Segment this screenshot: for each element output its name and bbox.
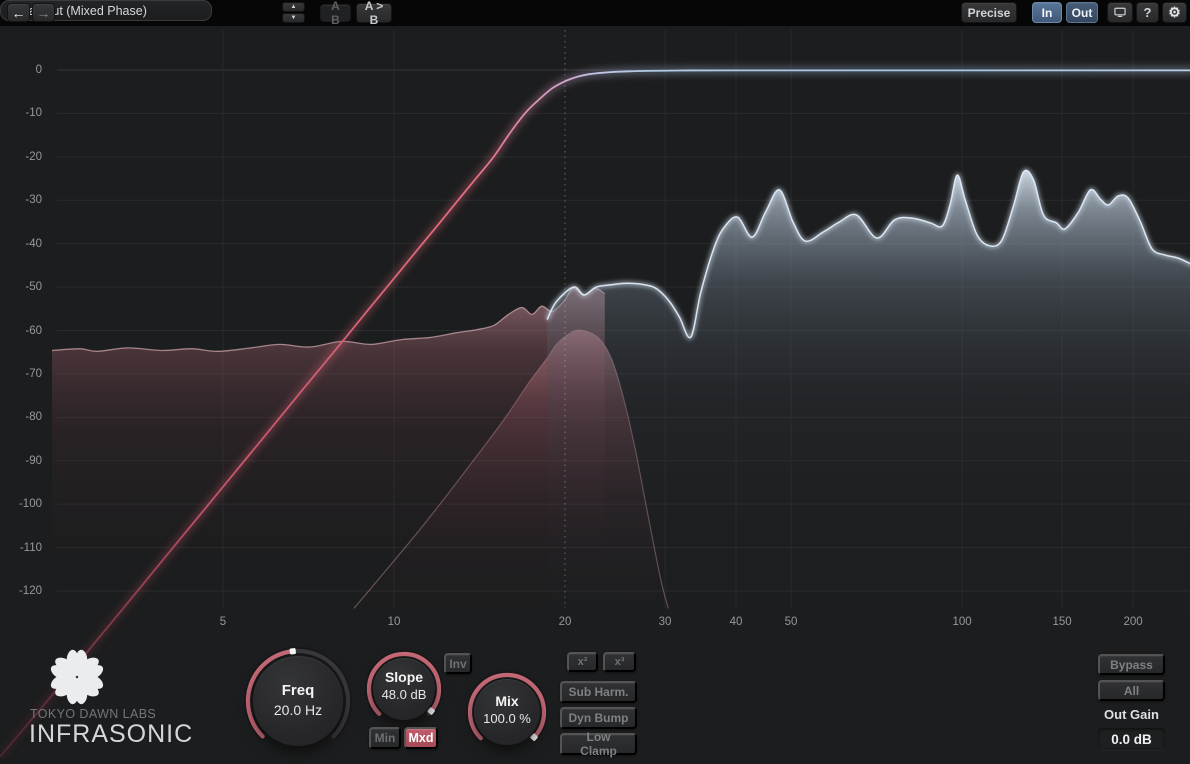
out-gain-value-field[interactable]: 0.0 dB	[1098, 728, 1165, 750]
bypass-button[interactable]: Bypass	[1098, 654, 1165, 675]
sub-harmonics-button[interactable]: Sub Harm.	[560, 681, 637, 703]
preset-back-button[interactable]: ←	[7, 3, 30, 22]
arrow-right-icon: →	[37, 5, 51, 21]
slope-knob-face[interactable]	[373, 658, 435, 720]
x2-button[interactable]: x²	[567, 652, 598, 672]
input-spectrum-toggle[interactable]: In	[1032, 2, 1062, 23]
mixed-phase-button[interactable]: Mxd	[404, 727, 438, 749]
mix-knob[interactable]: Mix 100.0 %	[464, 669, 550, 755]
plugin-window: 0-10-20-30-40-50-60-70-80-90-100-110-120…	[0, 0, 1190, 764]
display-settings-button[interactable]	[1107, 2, 1133, 23]
help-icon: ?	[1144, 5, 1152, 20]
min-phase-button[interactable]: Min	[369, 727, 401, 749]
low-clamp-button[interactable]: Low Clamp	[560, 733, 637, 755]
output-spectrum-toggle[interactable]: Out	[1066, 2, 1098, 23]
company-name: TOKYO DAWN LABS	[30, 707, 210, 721]
toolbar: ← → Clear Cut (Mixed Phase) ▲ ▼ A B A > …	[0, 0, 1190, 26]
out-gain-label: Out Gain	[1098, 706, 1165, 724]
precise-mode-button[interactable]: Precise	[961, 2, 1017, 23]
all-button[interactable]: All	[1098, 680, 1165, 701]
tdr-flower-logo-icon	[47, 649, 107, 705]
mix-knob-face[interactable]	[474, 679, 540, 745]
preset-step-down-button[interactable]: ▼	[282, 13, 305, 23]
ab-toggle-button[interactable]: A B	[320, 4, 351, 22]
copy-a-to-b-button[interactable]: A > B	[356, 3, 392, 23]
help-button[interactable]: ?	[1136, 2, 1159, 23]
arrow-left-icon: ←	[12, 5, 26, 21]
slope-knob[interactable]: Slope 48.0 dB	[363, 648, 445, 730]
settings-button[interactable]: ⚙	[1162, 2, 1187, 23]
preset-step-up-button[interactable]: ▲	[282, 2, 305, 12]
freq-knob-face[interactable]	[253, 656, 343, 746]
preset-name: Clear Cut (Mixed Phase)	[10, 4, 147, 18]
chevron-up-icon: ▲	[291, 4, 297, 10]
preset-forward-button[interactable]: →	[32, 3, 55, 22]
invert-button[interactable]: Inv	[444, 653, 472, 674]
spectrum-display[interactable]	[0, 0, 1190, 764]
chevron-down-icon: ▼	[291, 15, 297, 21]
freq-knob[interactable]: Freq 20.0 Hz	[243, 646, 353, 756]
dyn-bump-button[interactable]: Dyn Bump	[560, 707, 637, 729]
gear-icon: ⚙	[1168, 4, 1181, 21]
product-name: INFRASONIC	[29, 720, 229, 749]
x3-button[interactable]: x³	[603, 652, 636, 672]
display-icon	[1114, 6, 1126, 19]
